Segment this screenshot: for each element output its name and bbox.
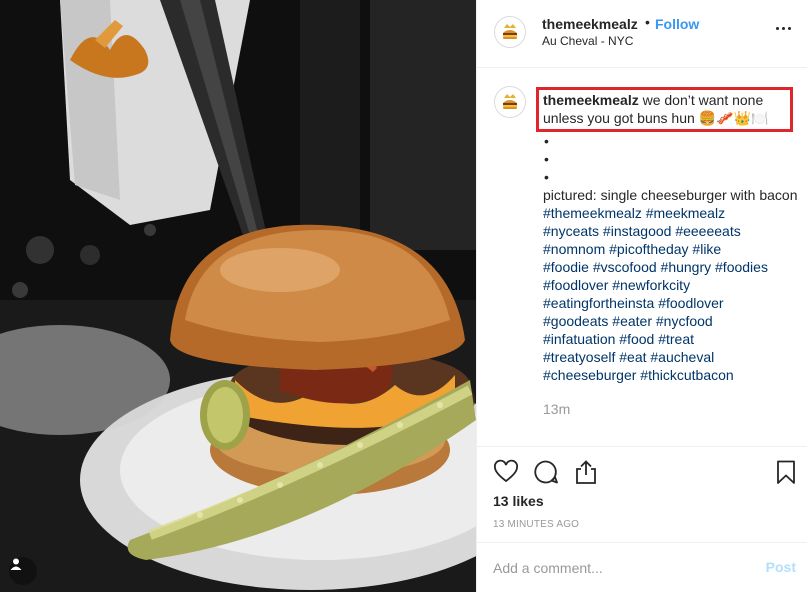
- location-link[interactable]: Au Cheval - NYC: [542, 34, 633, 48]
- caption-bullet: •: [544, 151, 549, 167]
- action-bar: 13 likes 13 MINUTES AGO: [477, 446, 807, 542]
- hashtag-line[interactable]: #goodeats #eater #nycfood: [543, 312, 798, 330]
- post-comment-button[interactable]: Post: [766, 559, 796, 575]
- follow-button[interactable]: Follow: [655, 16, 699, 32]
- post-header: themeekmealz • Follow Au Cheval - NYC: [477, 0, 807, 68]
- likes-count[interactable]: 13 likes: [493, 493, 544, 509]
- caption-text: themeekmealz we don’t want none unless y…: [536, 87, 798, 418]
- caption-bullet: •: [544, 133, 549, 149]
- heart-icon[interactable]: [493, 459, 519, 485]
- caption-avatar[interactable]: [494, 86, 526, 118]
- caption-pictured: pictured: single cheeseburger with bacon: [543, 187, 798, 203]
- avatar[interactable]: [494, 16, 526, 48]
- hashtag-line[interactable]: #eatingfortheinsta #foodlover: [543, 294, 798, 312]
- post-time: 13 MINUTES AGO: [493, 519, 580, 530]
- header-username[interactable]: themeekmealz: [542, 16, 638, 32]
- caption-timestamp: 13m: [543, 401, 571, 417]
- hashtag-line[interactable]: #nyceats #instagood #eeeeeats: [543, 222, 798, 240]
- share-icon[interactable]: [573, 459, 599, 485]
- hashtag-line[interactable]: #themeekmealz #meekmealz: [543, 204, 798, 222]
- burger-logo-icon: [503, 24, 517, 39]
- highlighted-caption: themeekmealz we don’t want none unless y…: [536, 87, 793, 132]
- hashtag-line[interactable]: #foodlover #newforkcity: [543, 276, 798, 294]
- hashtag-line[interactable]: #infatuation #food #treat: [543, 330, 798, 348]
- more-options-icon[interactable]: [776, 24, 794, 32]
- burger-logo-icon: [503, 94, 517, 109]
- post-side-panel: themeekmealz • Follow Au Cheval - NYC th…: [476, 0, 807, 592]
- burger-photo: [0, 0, 476, 592]
- hashtag-line[interactable]: #nomnom #picoftheday #like: [543, 240, 798, 258]
- comment-icon[interactable]: [533, 459, 559, 485]
- caption-username[interactable]: themeekmealz: [543, 92, 639, 108]
- post-photo[interactable]: [0, 0, 476, 592]
- comment-input[interactable]: [493, 558, 733, 578]
- caption-area: themeekmealz we don’t want none unless y…: [477, 69, 807, 446]
- hashtag-list: #themeekmealz #meekmealz #nyceats #insta…: [543, 204, 798, 384]
- separator-dot: •: [645, 14, 650, 30]
- hashtag-line[interactable]: #treatyoself #eat #aucheval: [543, 348, 798, 366]
- hashtag-line[interactable]: #cheeseburger #thickcutbacon: [543, 366, 798, 384]
- caption-bullet: •: [544, 169, 549, 185]
- user-tag-icon[interactable]: [9, 557, 37, 585]
- bookmark-icon[interactable]: [773, 459, 799, 485]
- hashtag-line[interactable]: #foodie #vscofood #hungry #foodies: [543, 258, 798, 276]
- comment-bar: Post: [477, 542, 807, 592]
